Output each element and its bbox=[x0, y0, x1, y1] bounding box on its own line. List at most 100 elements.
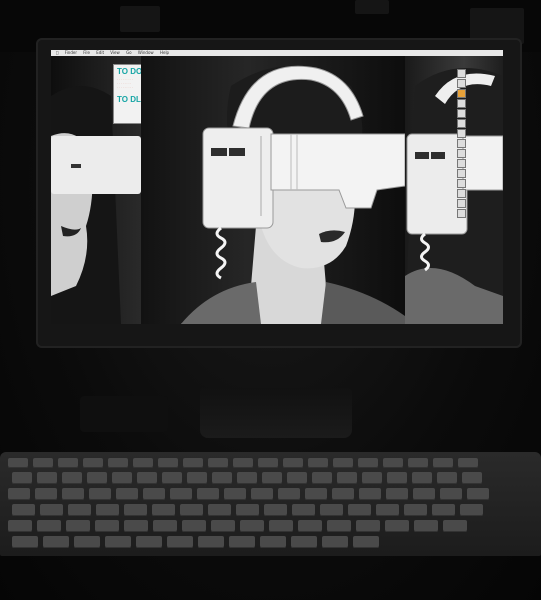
desktop-icon-item[interactable] bbox=[457, 168, 497, 178]
document-icon bbox=[457, 138, 466, 148]
keyboard-key bbox=[187, 472, 207, 484]
desktop-icon-item[interactable] bbox=[457, 98, 497, 108]
keyboard-key bbox=[8, 488, 30, 500]
keyboard-key bbox=[358, 458, 378, 468]
keyboard-key bbox=[68, 504, 91, 516]
keyboard-key bbox=[305, 488, 327, 500]
keyboard-key bbox=[182, 520, 206, 532]
keyboard-key bbox=[386, 488, 408, 500]
keyboard-key bbox=[362, 472, 382, 484]
document-icon bbox=[457, 188, 466, 198]
keyboard-key bbox=[433, 458, 453, 468]
menu-go[interactable]: Go bbox=[126, 50, 132, 55]
keyboard-key bbox=[37, 472, 57, 484]
desktop-icon-item[interactable] bbox=[457, 128, 497, 138]
keyboard-key bbox=[333, 458, 353, 468]
keyboard-key bbox=[37, 520, 61, 532]
desktop-icon-item[interactable] bbox=[457, 78, 497, 88]
keyboard-key bbox=[89, 488, 111, 500]
keyboard-key bbox=[298, 520, 322, 532]
keyboard-key bbox=[208, 458, 228, 468]
keyboard-key bbox=[12, 536, 38, 548]
keyboard-key bbox=[124, 504, 147, 516]
keyboard-key bbox=[236, 504, 259, 516]
menu-help[interactable]: Help bbox=[160, 50, 169, 55]
menu-edit[interactable]: Edit bbox=[96, 50, 104, 55]
desktop-icon-item[interactable] bbox=[457, 198, 497, 208]
keyboard-key bbox=[95, 520, 119, 532]
keyboard-key bbox=[408, 458, 428, 468]
keyboard-key bbox=[237, 472, 257, 484]
desktop-icon-item[interactable] bbox=[457, 148, 497, 158]
keyboard-key bbox=[62, 472, 82, 484]
menu-finder[interactable]: Finder bbox=[65, 50, 77, 55]
keyboard-key bbox=[385, 520, 409, 532]
keyboard-key bbox=[413, 488, 435, 500]
keyboard-key bbox=[291, 536, 317, 548]
keyboard-key bbox=[260, 536, 286, 548]
keyboard-key bbox=[212, 472, 232, 484]
keyboard-key bbox=[40, 504, 63, 516]
keyboard-key bbox=[35, 488, 57, 500]
menu-view[interactable]: View bbox=[110, 50, 120, 55]
desktop-icon-item[interactable] bbox=[457, 138, 497, 148]
keyboard-key bbox=[404, 504, 427, 516]
keyboard-key bbox=[66, 520, 90, 532]
keyboard-key bbox=[258, 458, 278, 468]
desktop-icon-item[interactable] bbox=[457, 188, 497, 198]
keyboard-key bbox=[108, 458, 128, 468]
keyboard-key bbox=[229, 536, 255, 548]
keyboard-key bbox=[180, 504, 203, 516]
keyboard-key bbox=[292, 504, 315, 516]
desktop-icon-item[interactable] bbox=[457, 88, 497, 98]
desktop-icon-item[interactable] bbox=[457, 118, 497, 128]
wallpaper-panel-center bbox=[141, 56, 405, 324]
menu-window[interactable]: Window bbox=[138, 50, 154, 55]
document-icon bbox=[457, 98, 466, 108]
desktop-icon-item[interactable] bbox=[457, 178, 497, 188]
keyboard-key bbox=[383, 458, 403, 468]
keyboard-key bbox=[87, 472, 107, 484]
wallpaper-panel-left: TO DO: · · · · · · · · ·· · · · · · · ··… bbox=[51, 56, 141, 324]
keyboard-key bbox=[312, 472, 332, 484]
apple-menu-icon[interactable]:  bbox=[56, 50, 58, 55]
keyboard-key bbox=[33, 458, 53, 468]
keyboard-key bbox=[136, 536, 162, 548]
keyboard-key bbox=[124, 520, 148, 532]
keyboard-key bbox=[152, 504, 175, 516]
menu-file[interactable]: File bbox=[83, 50, 90, 55]
keyboard-key bbox=[167, 536, 193, 548]
keyboard-key bbox=[8, 458, 28, 468]
keyboard-key bbox=[458, 458, 478, 468]
document-icon bbox=[457, 178, 466, 188]
document-icon bbox=[457, 158, 466, 168]
keyboard-key bbox=[224, 488, 246, 500]
hard-drive-icon bbox=[457, 208, 466, 218]
keyboard-key bbox=[12, 504, 35, 516]
keyboard-key bbox=[327, 520, 351, 532]
keyboard-key bbox=[198, 536, 224, 548]
todo-sticky-note[interactable]: TO DO: · · · · · · · · ·· · · · · · · ··… bbox=[113, 64, 141, 124]
keyboard-key bbox=[376, 504, 399, 516]
desktop-icon-item[interactable] bbox=[457, 208, 497, 218]
keyboard-key bbox=[116, 488, 138, 500]
keyboard-key bbox=[43, 536, 69, 548]
keyboard-key bbox=[183, 458, 203, 468]
keyboard-key bbox=[278, 488, 300, 500]
keyboard-key bbox=[332, 488, 354, 500]
keyboard-key bbox=[233, 458, 253, 468]
keyboard-key bbox=[359, 488, 381, 500]
keyboard-key bbox=[443, 520, 467, 532]
keyboard-key bbox=[412, 472, 432, 484]
document-icon bbox=[457, 128, 466, 138]
desktop-icon-item[interactable] bbox=[457, 158, 497, 168]
room-background:  Finder File Edit View Go Window Help T… bbox=[0, 0, 541, 600]
keyboard-key bbox=[348, 504, 371, 516]
keyboard-key bbox=[211, 520, 235, 532]
keyboard-key bbox=[387, 472, 407, 484]
desktop-icon-item[interactable] bbox=[457, 108, 497, 118]
keyboard-key bbox=[143, 488, 165, 500]
todl-heading: TO DL: bbox=[117, 95, 141, 104]
keyboard-key bbox=[462, 472, 482, 484]
desktop-icon-item[interactable] bbox=[457, 68, 497, 78]
